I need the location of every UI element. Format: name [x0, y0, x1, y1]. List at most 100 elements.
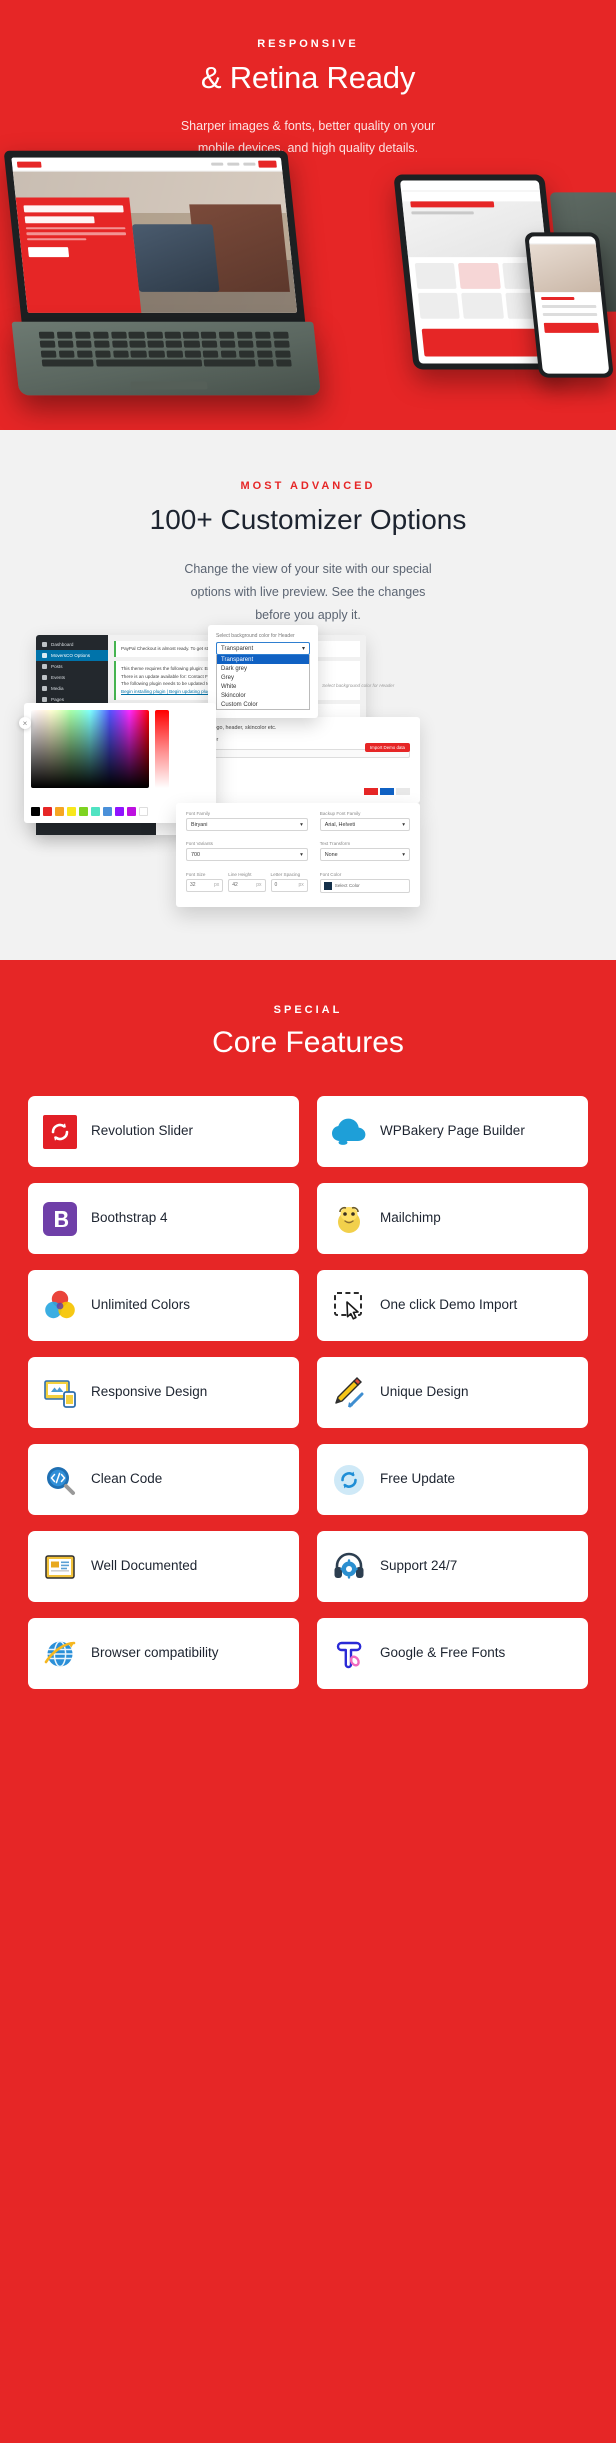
swatch-yellow[interactable]: [67, 807, 76, 816]
feature-card-support-247[interactable]: Support 24/7: [317, 1531, 588, 1602]
media-icon: [42, 686, 47, 691]
sidebar-item-dashboard[interactable]: Dashboard: [36, 639, 108, 650]
swatch-blue[interactable]: [103, 807, 112, 816]
close-icon[interactable]: ×: [19, 717, 31, 729]
dropdown-option-skincolor[interactable]: Skincolor: [217, 691, 309, 700]
skin-swatch-red[interactable]: [364, 788, 378, 795]
line-height-input[interactable]: 42 px: [228, 878, 266, 892]
backup-font-family-value: Arial, Helveti: [324, 821, 356, 828]
swatch-white[interactable]: [139, 807, 148, 816]
key: [255, 341, 272, 349]
key: [41, 359, 94, 367]
feature-card-mailchimp[interactable]: Mailchimp: [317, 1183, 588, 1254]
import-demo-data-button[interactable]: Import Demo data: [364, 743, 410, 752]
feature-label: Boothstrap 4: [91, 1210, 168, 1226]
color-picker-saturation-area[interactable]: [31, 710, 149, 788]
swatch-red[interactable]: [43, 807, 52, 816]
dropdown-option-list[interactable]: Transparent Dark grey Grey White Skincol…: [216, 655, 310, 710]
key: [166, 350, 183, 358]
key: [92, 331, 110, 339]
key: [56, 331, 74, 339]
line-height-group: Line Height 42 px: [228, 872, 266, 899]
key: [274, 350, 291, 358]
phone-navbar: [528, 236, 596, 245]
dropdown-select[interactable]: Transparent ▾: [216, 642, 310, 655]
feature-card-unlimited-colors[interactable]: Unlimited Colors: [28, 1270, 299, 1341]
key: [130, 350, 147, 358]
revolution-slider-icon: [42, 1114, 78, 1150]
key: [112, 350, 129, 358]
phone-text-line: [541, 297, 575, 301]
customizer-eyebrow: MOST ADVANCED: [240, 480, 376, 492]
laptop-trackpad: [130, 381, 208, 390]
chevron-down-icon: ▾: [300, 851, 303, 858]
swatch-magenta[interactable]: [127, 807, 136, 816]
key: [203, 359, 256, 367]
letter-spacing-value: 0: [274, 882, 278, 889]
key: [182, 331, 199, 339]
letter-spacing-input[interactable]: 0 px: [270, 878, 308, 892]
font-family-select[interactable]: Biryani ▾: [186, 818, 308, 831]
skin-swatch-grey[interactable]: [396, 788, 410, 795]
site-navbar: [11, 157, 283, 172]
dropdown-option-transparent[interactable]: Transparent: [217, 655, 309, 664]
header-background-dropdown[interactable]: Select background color for Header Trans…: [208, 625, 394, 718]
key: [165, 341, 182, 349]
key: [238, 350, 255, 358]
feature-card-browser-compatibility[interactable]: Browser compatibility: [28, 1618, 299, 1689]
sidebar-item-media[interactable]: Media: [36, 683, 108, 694]
feature-card-one-click-demo-import[interactable]: One click Demo Import: [317, 1270, 588, 1341]
font-variants-select[interactable]: 700 ▾: [186, 848, 308, 862]
backup-font-family-select[interactable]: Arial, Helveti ▾: [319, 818, 410, 831]
sidebar-item-label: Posts: [51, 664, 63, 669]
site-nav-link: [227, 162, 240, 166]
color-swatch-icon: [323, 881, 332, 890]
font-color-select-button[interactable]: Select Color: [319, 878, 410, 893]
swatch-teal[interactable]: [91, 807, 100, 816]
key: [219, 341, 236, 349]
dropdown-option-grey[interactable]: Grey: [217, 673, 309, 682]
feature-card-bootstrap[interactable]: Boothstrap 4: [28, 1183, 299, 1254]
dropdown-option-dark-grey[interactable]: Dark grey: [217, 664, 309, 673]
font-color-group: Font Color Select Color: [319, 872, 410, 899]
font-size-value: 32: [190, 882, 196, 889]
sidebar-item-events[interactable]: Events: [36, 672, 108, 683]
feature-card-responsive-design[interactable]: Responsive Design: [28, 1357, 299, 1428]
color-picker-hue-slider[interactable]: [155, 710, 169, 788]
swatch-purple[interactable]: [115, 807, 124, 816]
feature-label: Free Update: [380, 1471, 456, 1487]
swatch-black[interactable]: [31, 807, 40, 816]
chevron-down-icon: ▾: [300, 821, 303, 828]
dropdown-option-custom-color[interactable]: Custom Color: [217, 700, 309, 709]
key: [273, 341, 290, 349]
laptop-mockup: [0, 150, 322, 410]
tablet-footer-band: [421, 328, 552, 357]
phone-text-line: [542, 312, 598, 316]
swatch-orange[interactable]: [55, 807, 64, 816]
sidebar-item-posts[interactable]: Posts: [36, 661, 108, 672]
dropdown-option-white[interactable]: White: [217, 682, 309, 691]
key: [257, 359, 274, 367]
responsive-design-icon: [42, 1375, 78, 1411]
feature-card-revolution-slider[interactable]: Revolution Slider: [28, 1096, 299, 1167]
skin-swatch-blue[interactable]: [380, 788, 394, 795]
feature-card-free-update[interactable]: Free Update: [317, 1444, 588, 1515]
feature-card-clean-code[interactable]: Clean Code: [28, 1444, 299, 1515]
feature-card-well-documented[interactable]: Well Documented: [28, 1531, 299, 1602]
key: [201, 341, 218, 349]
feature-card-unique-design[interactable]: Unique Design: [317, 1357, 588, 1428]
font-size-input[interactable]: 32 px: [186, 878, 224, 892]
site-logo: [16, 161, 42, 168]
feature-label: WPBakery Page Builder: [380, 1123, 525, 1139]
site-hero-text-bar: [26, 238, 87, 241]
color-picker-swatches[interactable]: [31, 807, 148, 816]
skin-color-swatches[interactable]: [364, 788, 410, 795]
swatch-green[interactable]: [79, 807, 88, 816]
text-transform-select[interactable]: None ▾: [319, 848, 410, 862]
feature-label: Clean Code: [91, 1471, 163, 1487]
feature-label: Mailchimp: [380, 1210, 441, 1226]
text-transform-value: None: [324, 851, 338, 858]
feature-card-google-free-fonts[interactable]: Google & Free Fonts: [317, 1618, 588, 1689]
sidebar-item-moversco-options[interactable]: MoversCO Options: [36, 650, 108, 661]
feature-card-wpbakery-page-builder[interactable]: WPBakery Page Builder: [317, 1096, 588, 1167]
